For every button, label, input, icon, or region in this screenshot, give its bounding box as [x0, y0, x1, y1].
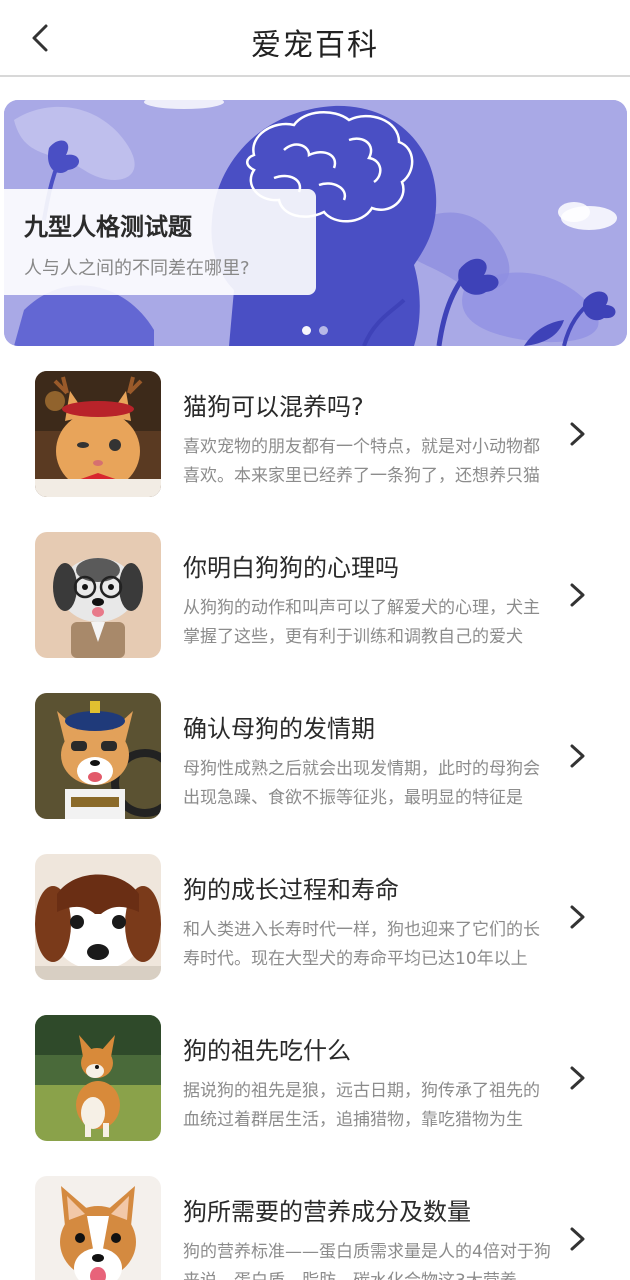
- article-thumbnail: [35, 1176, 161, 1280]
- carousel-indicator: [302, 326, 328, 335]
- article-summary: 和人类进入长寿时代一样，狗也迎来了它们的长寿时代。现在大型犬的寿命平均已达10年…: [183, 920, 540, 969]
- article-thumbnail: [35, 532, 161, 658]
- chevron-right-icon: [570, 744, 585, 768]
- article-title: 狗所需要的营养成分及数量: [183, 1198, 471, 1226]
- article-list: 猫狗可以混养吗? 喜欢宠物的朋友都有一个特点，就是对小动物都喜欢。本来家里已经养…: [0, 371, 630, 1280]
- article-summary: 狗的营养标准——蛋白质需求量是人的4倍对于狗来说，蛋白质、脂肪、碳水化合物这3大…: [183, 1242, 551, 1280]
- list-item[interactable]: 狗所需要的营养成分及数量 狗的营养标准——蛋白质需求量是人的4倍对于狗来说，蛋白…: [0, 1176, 630, 1280]
- article-thumbnail: [35, 693, 161, 819]
- article-title: 猫狗可以混养吗?: [183, 393, 364, 421]
- article-summary: 从狗狗的动作和叫声可以了解爱犬的心理，犬主掌握了这些，更有利于训练和调教自己的爱…: [183, 598, 540, 647]
- chevron-right-icon: [570, 583, 585, 607]
- article-title: 你明白狗狗的心理吗: [183, 554, 399, 582]
- chevron-right-icon: [570, 1227, 585, 1251]
- list-item[interactable]: 狗的成长过程和寿命 和人类进入长寿时代一样，狗也迎来了它们的长寿时代。现在大型犬…: [0, 854, 630, 1015]
- chevron-right-icon: [570, 905, 585, 929]
- article-title: 确认母狗的发情期: [183, 715, 375, 743]
- page-title: 爱宠百科: [251, 28, 379, 63]
- list-item[interactable]: 确认母狗的发情期 母狗性成熟之后就会出现发情期，此时的母狗会出现急躁、食欲不振等…: [0, 693, 630, 854]
- banner-subtitle: 人与人之间的不同差在哪里?: [24, 258, 250, 279]
- article-summary: 母狗性成熟之后就会出现发情期，此时的母狗会出现急躁、食欲不振等征兆，最明显的特征…: [183, 759, 540, 808]
- article-thumbnail: [35, 371, 161, 497]
- chevron-right-icon: [570, 1066, 585, 1090]
- chevron-right-icon: [570, 422, 585, 446]
- header-bar: 爱宠百科: [0, 0, 630, 77]
- article-thumbnail: [35, 1015, 161, 1141]
- banner-carousel[interactable]: 九型人格测试题 人与人之间的不同差在哪里?: [4, 100, 627, 346]
- article-summary: 喜欢宠物的朋友都有一个特点，就是对小动物都喜欢。本来家里已经养了一条狗了，还想养…: [183, 437, 540, 486]
- carousel-dot[interactable]: [302, 326, 311, 335]
- article-title: 狗的成长过程和寿命: [183, 876, 399, 904]
- list-item[interactable]: 猫狗可以混养吗? 喜欢宠物的朋友都有一个特点，就是对小动物都喜欢。本来家里已经养…: [0, 371, 630, 532]
- article-thumbnail: [35, 854, 161, 980]
- banner-caption: 九型人格测试题 人与人之间的不同差在哪里?: [4, 189, 316, 295]
- banner-title: 九型人格测试题: [24, 213, 192, 241]
- list-item[interactable]: 狗的祖先吃什么 据说狗的祖先是狼，远古日期，狗传承了祖先的血统过着群居生活，追捕…: [0, 1015, 630, 1176]
- carousel-dot[interactable]: [319, 326, 328, 335]
- article-summary: 据说狗的祖先是狼，远古日期，狗传承了祖先的血统过着群居生活，追捕猎物，靠吃猎物为…: [183, 1081, 540, 1130]
- article-title: 狗的祖先吃什么: [183, 1037, 351, 1065]
- list-item[interactable]: 你明白狗狗的心理吗 从狗狗的动作和叫声可以了解爱犬的心理，犬主掌握了这些，更有利…: [0, 532, 630, 693]
